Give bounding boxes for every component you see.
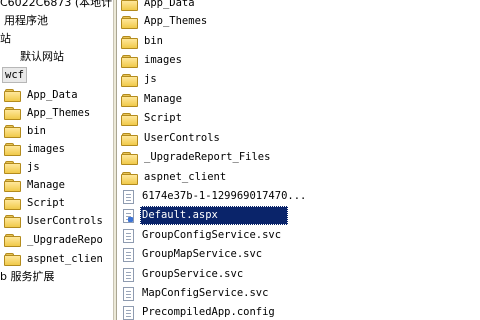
- tree-node-folder[interactable]: aspnet_clien: [4, 250, 105, 268]
- tree-node-folder[interactable]: bin: [4, 122, 48, 140]
- folder-icon: [121, 132, 138, 146]
- tree-node-label: aspnet_clien: [27, 253, 103, 265]
- folder-icon: [4, 107, 21, 120]
- list-item[interactable]: 6174e37b-1-129969017470...: [121, 187, 480, 206]
- folder-icon: [4, 253, 21, 266]
- list-item[interactable]: Manage: [121, 90, 480, 109]
- list-item[interactable]: GroupMapService.svc: [121, 245, 480, 264]
- folder-icon: [121, 171, 138, 185]
- tree-node-wcf[interactable]: wcf: [2, 66, 27, 84]
- folder-icon: [121, 15, 138, 29]
- list-item[interactable]: App_Themes: [121, 12, 480, 31]
- tree-node-label: js: [27, 161, 40, 173]
- tree-node-service-extensions[interactable]: b 服务扩展: [0, 268, 56, 286]
- list-item[interactable]: aspnet_client: [121, 168, 480, 187]
- tree-node-server-label: C6022C6873 (本地计: [0, 0, 113, 9]
- folder-icon: [121, 54, 138, 68]
- list-item-label: images: [144, 54, 182, 66]
- tree-node-label: UserControls: [27, 215, 103, 227]
- tree-node-service-extensions-label: b 服务扩展: [0, 270, 55, 283]
- list-item[interactable]: _UpgradeReport_Files: [121, 148, 480, 167]
- list-item-label: bin: [144, 35, 163, 47]
- file-icon: [123, 247, 134, 262]
- file-icon: [123, 189, 134, 204]
- tree-node-app-pools[interactable]: 用程序池: [2, 12, 50, 30]
- tree-node-folder[interactable]: Script: [4, 194, 67, 212]
- tree-node-label: Manage: [27, 179, 65, 191]
- list-item-label: Default.aspx: [140, 206, 288, 225]
- tree-node-label: _UpgradeRepo: [27, 234, 103, 246]
- file-icon: [123, 305, 134, 320]
- tree-node-label: images: [27, 143, 65, 155]
- folder-icon: [121, 35, 138, 49]
- list-item-label: _UpgradeReport_Files: [144, 151, 271, 163]
- list-item[interactable]: PrecompiledApp.config: [121, 303, 480, 320]
- file-icon: [123, 228, 134, 243]
- folder-icon: [4, 125, 21, 138]
- tree-node-folder[interactable]: UserControls: [4, 212, 105, 230]
- folder-tree-pane: C6022C6873 (本地计 用程序池 站 默认网站 wcf App_Data…: [0, 0, 113, 320]
- tree-node-folder[interactable]: images: [4, 140, 67, 158]
- folder-icon: [4, 197, 21, 210]
- tree-node-label: Script: [27, 197, 65, 209]
- tree-node-folder[interactable]: Manage: [4, 176, 67, 194]
- folder-icon: [4, 215, 21, 228]
- list-item-label: App_Themes: [144, 15, 208, 27]
- file-icon: [123, 286, 134, 301]
- tree-node-default-site[interactable]: 默认网站: [18, 48, 66, 66]
- list-item[interactable]: images: [121, 51, 480, 70]
- folder-icon: [121, 93, 138, 107]
- list-item[interactable]: MapConfigService.svc: [121, 284, 480, 303]
- folder-icon: [121, 112, 138, 126]
- list-item-label: Manage: [144, 93, 182, 105]
- tree-node-folder[interactable]: App_Themes: [4, 104, 92, 122]
- folder-icon: [4, 179, 21, 192]
- list-item-label: aspnet_client: [144, 171, 227, 183]
- tree-node-label: bin: [27, 125, 46, 137]
- file-list-pane: App_Data App_Themes bin images js Manage…: [117, 0, 480, 320]
- folder-icon: [121, 0, 138, 11]
- file-icon: [123, 267, 134, 282]
- tree-node-label: App_Themes: [27, 107, 91, 119]
- tree-node-folder[interactable]: App_Data: [4, 86, 80, 104]
- list-item-label: 6174e37b-1-129969017470...: [142, 190, 307, 202]
- tree-node-folder[interactable]: _UpgradeRepo: [4, 231, 105, 249]
- tree-node-server[interactable]: C6022C6873 (本地计: [0, 0, 113, 12]
- list-item[interactable]: GroupConfigService.svc: [121, 226, 480, 245]
- folder-icon: [121, 151, 138, 165]
- list-item[interactable]: js: [121, 70, 480, 89]
- tree-node-default-site-label: 默认网站: [20, 50, 64, 63]
- folder-icon: [4, 89, 21, 102]
- list-item-selected[interactable]: Default.aspx: [121, 206, 480, 225]
- tree-node-app-pools-label: 用程序池: [4, 14, 48, 27]
- tree-node-sites-label: 站: [0, 32, 11, 45]
- folder-icon: [4, 143, 21, 156]
- tree-node-sites[interactable]: 站: [0, 30, 13, 48]
- list-item[interactable]: Script: [121, 109, 480, 128]
- list-item-label: GroupService.svc: [142, 268, 244, 280]
- folder-icon: [4, 234, 21, 247]
- list-item-label: GroupConfigService.svc: [142, 229, 282, 241]
- folder-icon: [121, 73, 138, 87]
- aspx-file-icon: [123, 208, 134, 223]
- list-item-label: js: [144, 73, 157, 85]
- list-item[interactable]: GroupService.svc: [121, 265, 480, 284]
- tree-node-label: App_Data: [27, 89, 78, 101]
- list-item[interactable]: bin: [121, 32, 480, 51]
- list-item-label: Script: [144, 112, 182, 124]
- list-item-label: GroupMapService.svc: [142, 248, 263, 260]
- folder-icon: [4, 161, 21, 174]
- list-item[interactable]: UserControls: [121, 129, 480, 148]
- list-item-label: PrecompiledApp.config: [142, 306, 275, 318]
- tree-node-folder[interactable]: js: [4, 158, 42, 176]
- tree-node-wcf-label: wcf: [2, 67, 27, 83]
- list-item-label: MapConfigService.svc: [142, 287, 269, 299]
- list-item-label: UserControls: [144, 132, 220, 144]
